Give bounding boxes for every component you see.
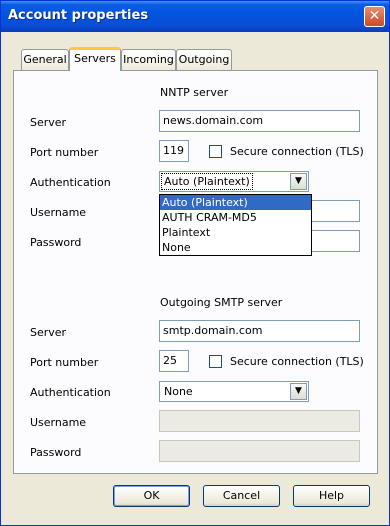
auth-option[interactable]: Plaintext (160, 225, 311, 240)
title-bar[interactable]: Account properties ✕ (1, 1, 389, 32)
nntp-auth-dropdown-list: Auto (Plaintext) AUTH CRAM-MD5 Plaintext… (159, 194, 312, 256)
close-icon[interactable]: ✕ (364, 6, 385, 27)
nntp-server-label: Server (30, 116, 67, 129)
smtp-auth-label: Authentication (30, 386, 111, 399)
smtp-section-title: Outgoing SMTP server (160, 296, 283, 309)
nntp-auth-select[interactable]: Auto (Plaintext) ▼ (159, 171, 309, 192)
nntp-section-title: NNTP server (160, 86, 229, 99)
tab-general[interactable]: General (21, 49, 69, 71)
smtp-auth-value: None (164, 385, 193, 398)
smtp-password-label: Password (30, 446, 82, 459)
smtp-password-input[interactable] (159, 440, 360, 462)
nntp-auth-label: Authentication (30, 176, 111, 189)
smtp-username-input[interactable] (159, 410, 360, 432)
chevron-down-icon[interactable]: ▼ (290, 173, 307, 190)
smtp-port-input[interactable]: 25 (159, 350, 189, 372)
smtp-server-input[interactable]: smtp.domain.com (159, 320, 360, 342)
window-title: Account properties (8, 8, 149, 23)
auth-option[interactable]: Auto (Plaintext) (160, 195, 311, 210)
tab-servers[interactable]: Servers (69, 47, 121, 71)
tab-incoming[interactable]: Incoming (121, 49, 176, 71)
smtp-secure-checkbox[interactable] (209, 355, 222, 368)
ok-button[interactable]: OK (113, 485, 190, 507)
nntp-port-label: Port number (30, 146, 99, 159)
nntp-auth-value: Auto (Plaintext) (161, 173, 253, 190)
auth-option[interactable]: None (160, 240, 311, 255)
smtp-username-label: Username (30, 416, 87, 429)
nntp-port-input[interactable]: 119 (159, 140, 189, 162)
tab-outgoing[interactable]: Outgoing (176, 49, 232, 71)
nntp-secure-checkbox[interactable] (209, 145, 222, 158)
nntp-password-label: Password (30, 236, 82, 249)
nntp-secure-label: Secure connection (TLS) (230, 145, 364, 158)
smtp-auth-select[interactable]: None ▼ (159, 381, 309, 402)
nntp-server-input[interactable]: news.domain.com (159, 110, 360, 132)
cancel-button[interactable]: Cancel (203, 485, 280, 507)
smtp-server-label: Server (30, 326, 67, 339)
smtp-port-label: Port number (30, 356, 99, 369)
help-button[interactable]: Help (293, 485, 370, 507)
auth-option[interactable]: AUTH CRAM-MD5 (160, 210, 311, 225)
nntp-username-label: Username (30, 206, 87, 219)
smtp-secure-label: Secure connection (TLS) (230, 355, 364, 368)
chevron-down-icon[interactable]: ▼ (290, 383, 307, 400)
